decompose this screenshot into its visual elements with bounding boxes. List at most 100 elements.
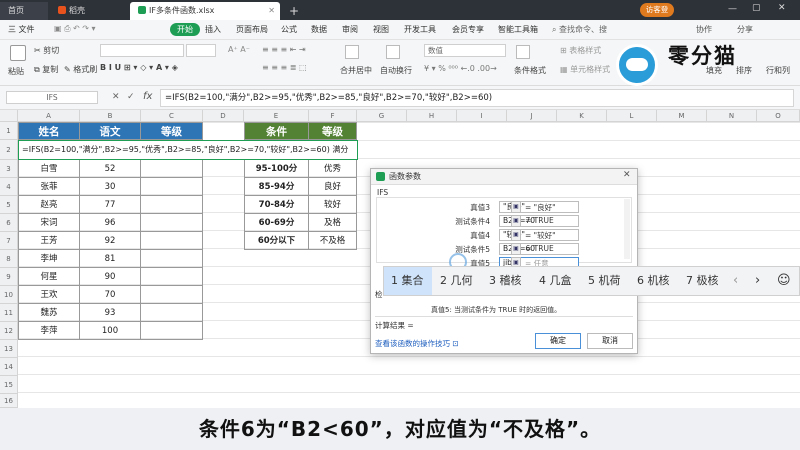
table-cell-grade[interactable]	[141, 178, 203, 196]
table-cell-score[interactable]: 52	[80, 160, 141, 178]
insert-function-icon[interactable]: fx	[143, 91, 152, 102]
menu-tab-review[interactable]: 审阅	[342, 24, 358, 35]
table-cell-score[interactable]: 92	[80, 232, 141, 250]
menu-tab-developer[interactable]: 开发工具	[404, 24, 436, 35]
table-cell-name[interactable]: 王芳	[18, 232, 80, 250]
row-header-7[interactable]: 7	[0, 232, 18, 250]
font-size-select[interactable]	[186, 44, 216, 57]
ime-next-page-icon[interactable]: ›	[755, 267, 760, 295]
close-tab-icon[interactable]: ✕	[268, 2, 275, 20]
col-header-d[interactable]: D	[203, 110, 244, 122]
table-cell-score[interactable]: 77	[80, 196, 141, 214]
row-col-button[interactable]: 行和列	[766, 65, 790, 76]
cancel-button[interactable]: 取消	[587, 333, 633, 349]
col-header-h[interactable]: H	[407, 110, 457, 122]
header-name[interactable]: 姓名	[18, 122, 80, 140]
wrap-icon[interactable]	[386, 45, 400, 59]
window-close-icon[interactable]: ✕	[778, 3, 786, 13]
table-cell-condition[interactable]: 60分以下	[244, 232, 309, 250]
collapse-ref-icon[interactable]: ▣	[511, 229, 521, 241]
table-cell-condition[interactable]: 60-69分	[244, 214, 309, 232]
minimize-icon[interactable]: —	[728, 4, 737, 14]
table-cell-grade[interactable]	[141, 160, 203, 178]
share-button[interactable]: 分享	[737, 24, 753, 35]
tab-docer[interactable]: 稻壳	[50, 2, 128, 20]
row-header-11[interactable]: 11	[0, 304, 18, 322]
params-scrollbar[interactable]	[624, 199, 630, 259]
paste-button[interactable]: 粘贴	[8, 66, 24, 77]
menu-tab-start[interactable]: 开始	[170, 23, 200, 36]
table-cell-condition[interactable]: 95-100分	[244, 160, 309, 178]
table-cell-grade[interactable]	[141, 214, 203, 232]
ime-candidate[interactable]: 3 稽核	[489, 267, 522, 295]
table-cell-condition[interactable]: 85-94分	[244, 178, 309, 196]
copy-button[interactable]: ⧉ 复制	[34, 64, 58, 75]
row-header-8[interactable]: 8	[0, 250, 18, 268]
format-painter-button[interactable]: ✎ 格式刷	[64, 64, 97, 75]
ok-button[interactable]: 确定	[535, 333, 581, 349]
ime-emoji-icon[interactable]: ☺	[777, 267, 791, 295]
number-format-buttons[interactable]: ¥ ▾ % ⁰⁰⁰ ←.0 .00→	[424, 64, 497, 73]
col-header-k[interactable]: K	[557, 110, 607, 122]
menu-tab-smart-toolbox[interactable]: 智能工具箱	[498, 24, 538, 35]
font-name-select[interactable]	[100, 44, 184, 57]
table-cell-level[interactable]: 不及格	[309, 232, 357, 250]
editing-cell-c2[interactable]: =IFS(B2=100,"满分",B2>=95,"优秀",B2>=85,"良好"…	[18, 140, 358, 160]
cooperate-button[interactable]: 协作	[696, 24, 712, 35]
tab-home[interactable]: 首页	[0, 2, 48, 20]
table-cell-name[interactable]: 宋词	[18, 214, 80, 232]
collapse-ref-icon[interactable]: ▣	[511, 215, 521, 227]
guest-login-button[interactable]: 访客登	[640, 3, 674, 17]
select-all-corner[interactable]	[0, 110, 18, 122]
font-grow-buttons[interactable]: A⁺ A⁻	[228, 45, 250, 54]
col-header-f[interactable]: F	[309, 110, 357, 122]
table-cell-name[interactable]: 何星	[18, 268, 80, 286]
table-cell-score[interactable]: 93	[80, 304, 141, 322]
cancel-formula-icon[interactable]: ✕	[112, 92, 120, 102]
sort-button[interactable]: 排序	[736, 65, 752, 76]
table-cell-name[interactable]: 赵亮	[18, 196, 80, 214]
row-header-16[interactable]: 16	[0, 394, 18, 408]
table-cell-name[interactable]: 魏苏	[18, 304, 80, 322]
menu-tab-page-layout[interactable]: 页面布局	[236, 24, 268, 35]
table-cell-name[interactable]: 白雪	[18, 160, 80, 178]
col-header-a[interactable]: A	[18, 110, 80, 122]
row-header-15[interactable]: 15	[0, 376, 18, 394]
table-cell-grade[interactable]	[141, 268, 203, 286]
col-header-b[interactable]: B	[80, 110, 141, 122]
table-cell-grade[interactable]	[141, 286, 203, 304]
col-header-g[interactable]: G	[357, 110, 407, 122]
col-header-o[interactable]: O	[757, 110, 800, 122]
table-cell-name[interactable]: 李坤	[18, 250, 80, 268]
ime-prev-page-icon[interactable]: ‹	[733, 267, 738, 295]
table-cell-score[interactable]: 90	[80, 268, 141, 286]
row-header-12[interactable]: 12	[0, 322, 18, 340]
row-header-2[interactable]: 2	[0, 140, 18, 160]
table-cell-grade[interactable]	[141, 322, 203, 340]
table-cell-score[interactable]: 100	[80, 322, 141, 340]
row-header-6[interactable]: 6	[0, 214, 18, 232]
table-cell-grade[interactable]	[141, 304, 203, 322]
col-header-n[interactable]: N	[707, 110, 757, 122]
number-format-select[interactable]: 数值	[424, 44, 506, 57]
function-help-link[interactable]: 查看该函数的操作技巧 ⊡	[375, 338, 459, 349]
collapse-ref-icon[interactable]: ▣	[511, 201, 521, 213]
table-style-button[interactable]: ⊞ 表格样式	[560, 45, 601, 56]
table-cell-score[interactable]: 70	[80, 286, 141, 304]
dialog-titlebar[interactable]: 函数参数 ✕	[371, 169, 637, 185]
ime-candidate[interactable]: 5 机荷	[588, 267, 621, 295]
table-cell-grade[interactable]	[141, 196, 203, 214]
align-buttons-bottom[interactable]: ≡ ≡ ≡ ≣ ⬚	[262, 63, 307, 72]
header-chinese[interactable]: 语文	[80, 122, 141, 140]
paste-icon[interactable]	[10, 45, 26, 61]
table-cell-name[interactable]: 王欢	[18, 286, 80, 304]
row-header-5[interactable]: 5	[0, 196, 18, 214]
conditional-format-icon[interactable]	[516, 45, 530, 59]
merge-center-button[interactable]: 合并居中	[340, 65, 372, 76]
table-cell-name[interactable]: 李萍	[18, 322, 80, 340]
ime-candidate[interactable]: 6 机核	[637, 267, 670, 295]
table-cell-score[interactable]: 81	[80, 250, 141, 268]
cut-button[interactable]: ✂ 剪切	[34, 45, 59, 56]
table-cell-grade[interactable]	[141, 232, 203, 250]
formula-input[interactable]: =IFS(B2=100,"满分",B2>=95,"优秀",B2>=85,"良好"…	[160, 89, 794, 107]
